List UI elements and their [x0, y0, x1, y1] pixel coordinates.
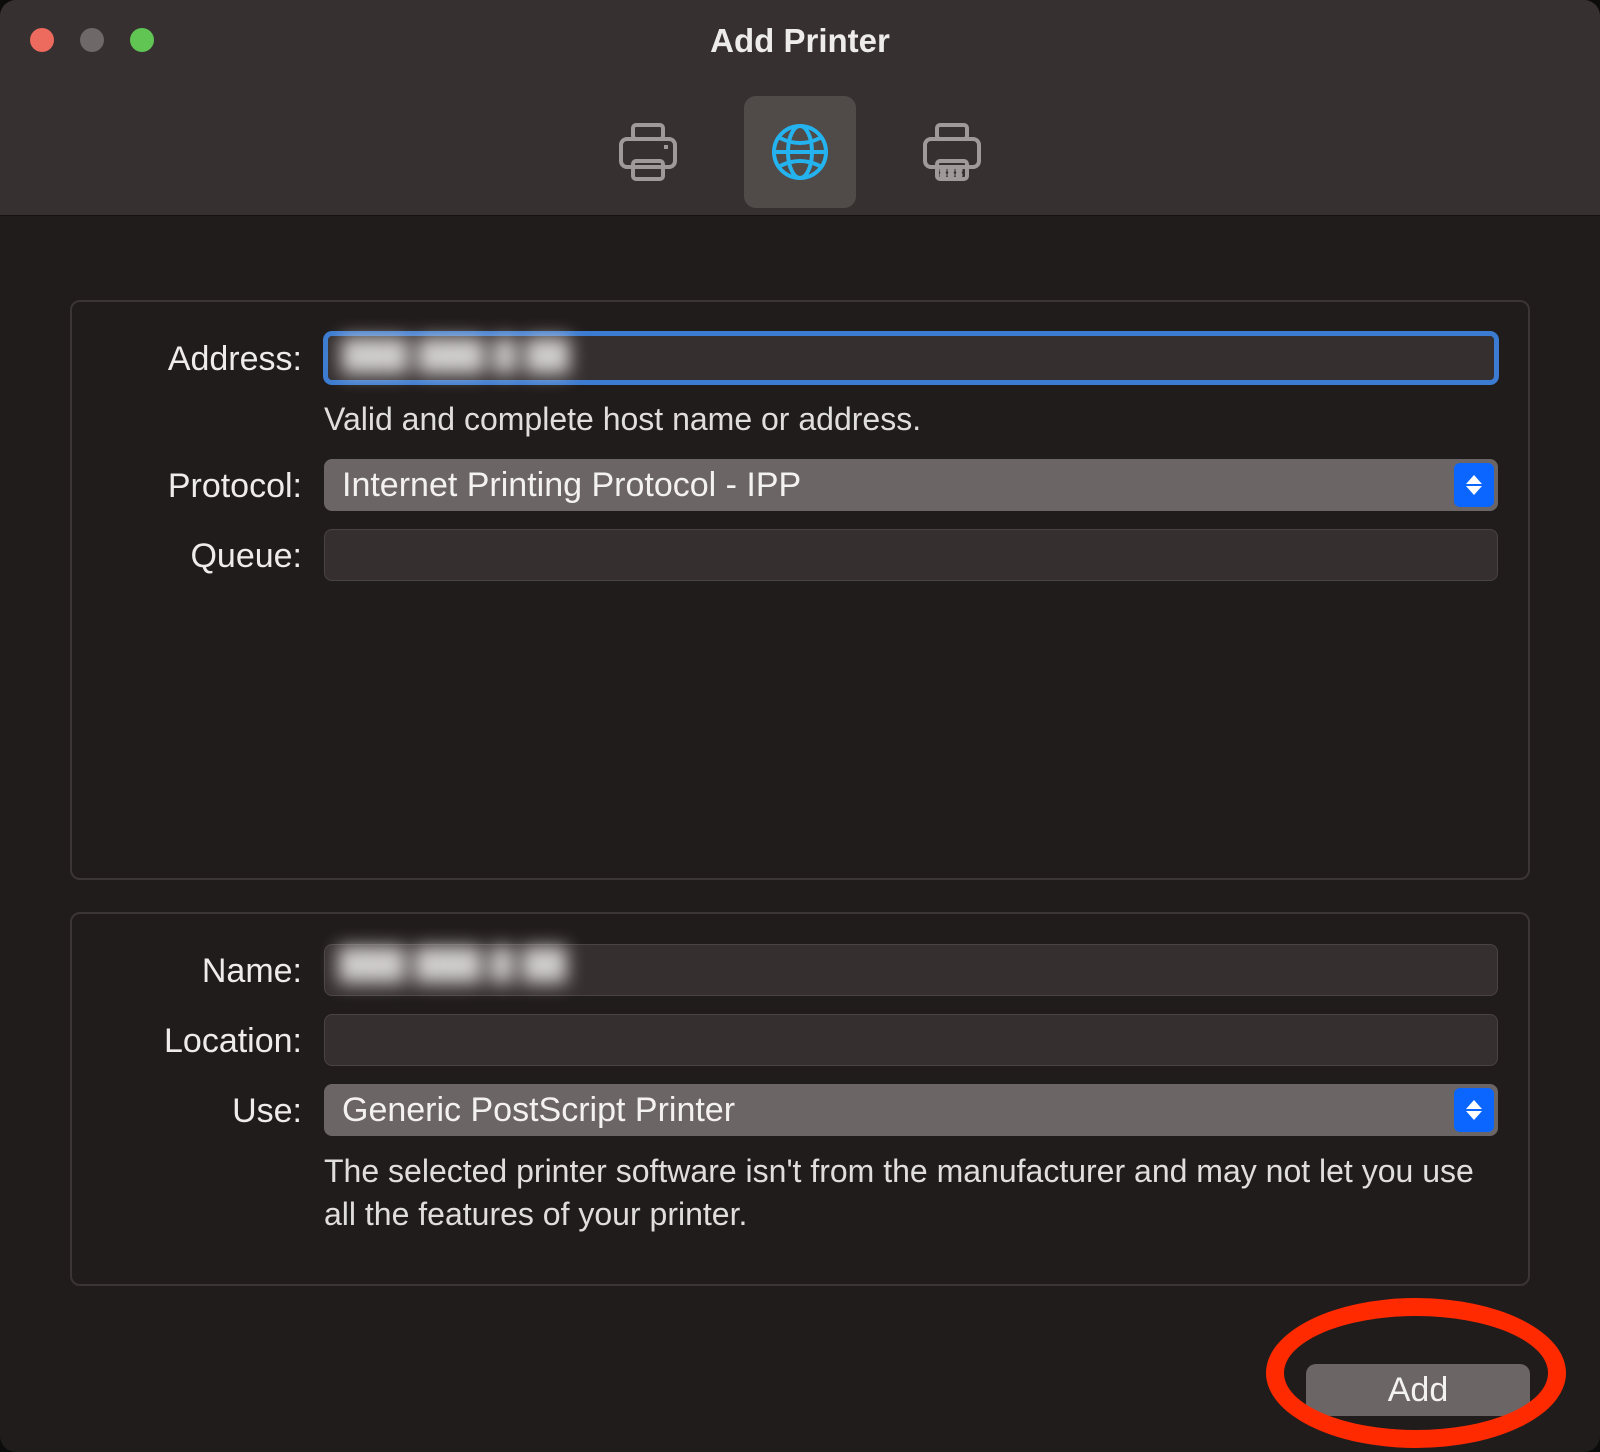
- protocol-value: Internet Printing Protocol - IPP: [342, 466, 801, 505]
- use-label: Use:: [102, 1084, 324, 1131]
- use-select[interactable]: Generic PostScript Printer: [324, 1084, 1498, 1136]
- footer: Add: [1306, 1364, 1530, 1416]
- protocol-label: Protocol:: [102, 459, 324, 506]
- printer-icon: [617, 123, 679, 181]
- use-hint: The selected printer software isn't from…: [324, 1150, 1498, 1236]
- content-area: Address: ███ ███.█ ██ Valid and complete…: [0, 246, 1600, 1452]
- use-value: Generic PostScript Printer: [342, 1091, 735, 1130]
- chevron-up-down-icon: [1454, 1088, 1494, 1132]
- chevron-up-down-icon: [1454, 463, 1494, 507]
- add-button[interactable]: Add: [1306, 1364, 1530, 1416]
- titlebar: Add Printer: [0, 0, 1600, 216]
- tab-windows[interactable]: [896, 96, 1008, 208]
- location-label: Location:: [102, 1014, 324, 1061]
- use-row: Use: Generic PostScript Printer The sele…: [102, 1084, 1498, 1236]
- windows-printer-icon: [921, 123, 983, 181]
- queue-input[interactable]: [324, 529, 1498, 581]
- address-value: ███ ███.█ ██: [342, 339, 570, 372]
- name-row: Name: ███ ███.█ ██: [102, 944, 1498, 996]
- protocol-row: Protocol: Internet Printing Protocol - I…: [102, 459, 1498, 511]
- location-row: Location:: [102, 1014, 1498, 1066]
- address-input[interactable]: ███ ███.█ ██: [324, 332, 1498, 384]
- window-title: Add Printer: [0, 22, 1600, 60]
- name-value: ███ ███.█ ██: [339, 948, 567, 981]
- toolbar-tabs: [0, 82, 1600, 208]
- queue-label: Queue:: [102, 529, 324, 576]
- address-label: Address:: [102, 332, 324, 379]
- details-panel: Name: ███ ███.█ ██ Location: Use: Generi…: [70, 912, 1530, 1286]
- add-printer-window: Add Printer: [0, 0, 1600, 1452]
- location-input[interactable]: [324, 1014, 1498, 1066]
- name-label: Name:: [102, 944, 324, 991]
- tab-ip[interactable]: [744, 96, 856, 208]
- queue-row: Queue:: [102, 529, 1498, 581]
- protocol-select[interactable]: Internet Printing Protocol - IPP: [324, 459, 1498, 511]
- tab-default[interactable]: [592, 96, 704, 208]
- name-input[interactable]: ███ ███.█ ██: [324, 944, 1498, 996]
- connection-panel: Address: ███ ███.█ ██ Valid and complete…: [70, 300, 1530, 880]
- globe-icon: [770, 122, 830, 182]
- address-row: Address: ███ ███.█ ██ Valid and complete…: [102, 332, 1498, 441]
- address-hint: Valid and complete host name or address.: [324, 398, 1498, 441]
